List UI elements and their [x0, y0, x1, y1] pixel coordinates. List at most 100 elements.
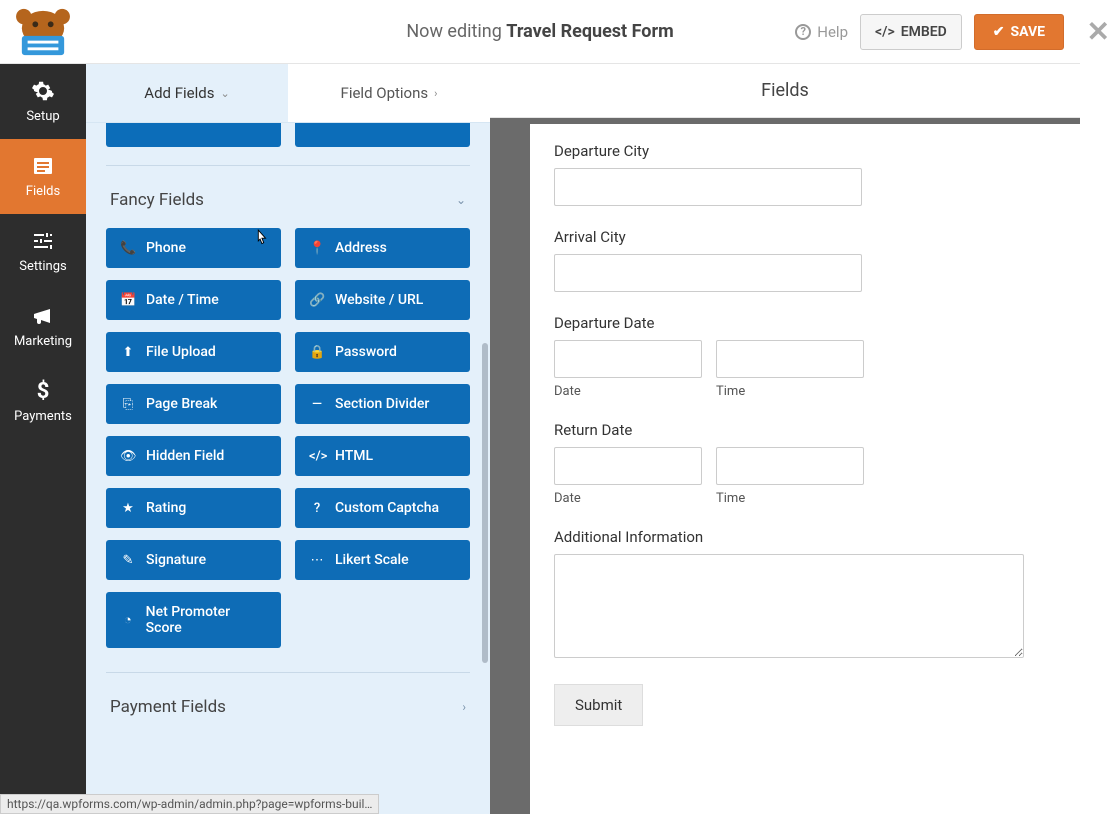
code-icon: </>	[309, 449, 325, 464]
calendar-icon: 📅	[120, 293, 136, 308]
sublabel-date: Date	[554, 491, 702, 506]
tab-field-options[interactable]: Field Options ›	[288, 64, 490, 122]
field-label: Phone	[146, 240, 186, 256]
field-datetime[interactable]: 📅 Date / Time	[106, 280, 281, 320]
eye-icon: 👁	[120, 449, 136, 464]
sidebar-item-fields[interactable]: Fields	[0, 139, 86, 214]
field-nps[interactable]: ◔ Net Promoter Score	[106, 592, 281, 648]
panel-scroll[interactable]: Fancy Fields ⌄ 📞Phone 📍 Address 📅 Date / T…	[86, 123, 490, 814]
input-return-time[interactable]	[716, 447, 864, 485]
field-label: Section Divider	[335, 396, 429, 412]
bullhorn-icon	[31, 304, 55, 328]
gauge-icon: ◔	[120, 612, 136, 628]
field-label: Rating	[146, 500, 186, 516]
sublabel-time: Time	[716, 491, 864, 506]
link-icon: 🔗	[309, 293, 325, 308]
input-return-date[interactable]	[554, 447, 702, 485]
field-page-break[interactable]: ⎘Page Break	[106, 384, 281, 424]
preview-area: Fields Departure City Arrival City Depar…	[490, 64, 1080, 814]
field-departure-city[interactable]: Departure City	[554, 142, 1056, 206]
pin-icon: 📍	[309, 241, 325, 256]
fields-panel: Add Fields ⌄ Field Options › Fancy Field…	[86, 64, 490, 814]
sublabel-time: Time	[716, 384, 864, 399]
field-label: Hidden Field	[146, 448, 224, 464]
help-link[interactable]: ? Help	[795, 23, 848, 41]
field-likert[interactable]: ⋯Likert Scale	[295, 540, 470, 580]
editing-title: Now editing Travel Request Form	[406, 21, 673, 42]
sidebar-item-marketing[interactable]: Marketing	[0, 289, 86, 364]
field-password[interactable]: 🔒Password	[295, 332, 470, 372]
input-arrival-city[interactable]	[554, 254, 862, 292]
embed-button[interactable]: </> EMBED	[860, 14, 962, 50]
label-departure-city: Departure City	[554, 142, 1056, 160]
field-label: Likert Scale	[335, 552, 409, 568]
group-payment-fields[interactable]: Payment Fields ›	[106, 672, 470, 735]
textarea-additional-info[interactable]	[554, 554, 1024, 658]
field-section-divider[interactable]: —Section Divider	[295, 384, 470, 424]
field-label: Address	[335, 240, 387, 256]
sidebar-item-label: Marketing	[14, 334, 72, 349]
form-title: Travel Request Form	[506, 21, 673, 42]
sidebar-item-settings[interactable]: Settings	[0, 214, 86, 289]
wpforms-logo	[0, 0, 86, 64]
pencil-icon: ✎	[120, 553, 136, 568]
field-departure-date[interactable]: Departure Date Date Time	[554, 314, 1056, 399]
field-phone[interactable]: 📞Phone	[106, 228, 281, 268]
field-additional-info[interactable]: Additional Information	[554, 528, 1056, 662]
input-departure-city[interactable]	[554, 168, 862, 206]
field-label: Net Promoter Score	[146, 604, 267, 636]
sidebar-item-label: Setup	[26, 109, 59, 124]
field-label: Date / Time	[146, 292, 219, 308]
group-fancy-fields[interactable]: Fancy Fields ⌄	[106, 165, 470, 228]
tab-add-fields[interactable]: Add Fields ⌄	[86, 64, 288, 122]
sidebar-item-payments[interactable]: $ Payments	[0, 364, 86, 439]
field-hidden[interactable]: 👁 Hidden Field	[106, 436, 281, 476]
field-file-upload[interactable]: ⬆File Upload	[106, 332, 281, 372]
help-label: Help	[817, 23, 848, 41]
field-signature[interactable]: ✎Signature	[106, 540, 281, 580]
field-arrival-city[interactable]: Arrival City	[554, 228, 1056, 292]
code-icon: </>	[875, 24, 895, 40]
star-icon: ★	[120, 501, 136, 516]
field-label: Page Break	[146, 396, 217, 412]
field-return-date[interactable]: Return Date Date Time	[554, 421, 1056, 506]
chevron-down-icon: ⌄	[220, 87, 229, 100]
label-return-date: Return Date	[554, 421, 1056, 439]
label-arrival-city: Arrival City	[554, 228, 1056, 246]
embed-label: EMBED	[901, 24, 947, 40]
form-icon	[31, 154, 55, 178]
field-address[interactable]: 📍 Address	[295, 228, 470, 268]
gear-icon	[31, 79, 55, 103]
submit-label: Submit	[575, 696, 622, 714]
sidebar-item-label: Payments	[14, 409, 72, 424]
sidebar-item-label: Fields	[26, 184, 60, 199]
tab-label: Add Fields	[144, 84, 214, 102]
scrollbar-thumb[interactable]	[482, 343, 488, 663]
field-url[interactable]: 🔗Website / URL	[295, 280, 470, 320]
help-icon: ?	[795, 24, 811, 40]
sidebar-item-setup[interactable]: Setup	[0, 64, 86, 139]
prev-row-stub	[106, 123, 470, 147]
status-bar: https://qa.wpforms.com/wp-admin/admin.ph…	[0, 794, 379, 814]
tab-label: Field Options	[341, 84, 429, 102]
input-departure-date[interactable]	[554, 340, 702, 378]
save-label: SAVE	[1011, 24, 1046, 40]
panel-tabs: Add Fields ⌄ Field Options ›	[86, 64, 490, 123]
submit-button[interactable]: Submit	[554, 684, 643, 726]
fancy-fields-grid: 📞Phone 📍 Address 📅 Date / Time 🔗Website / …	[106, 228, 470, 648]
sidebar-item-label: Settings	[19, 259, 66, 274]
scrollbar-track	[480, 123, 490, 814]
save-button[interactable]: ✔ SAVE	[974, 14, 1064, 50]
form-preview[interactable]: Departure City Arrival City Departure Da…	[530, 124, 1080, 814]
field-custom-captcha[interactable]: ?Custom Captcha	[295, 488, 470, 528]
field-rating[interactable]: ★ Rating	[106, 488, 281, 528]
upload-icon: ⬆	[120, 345, 136, 360]
field-html[interactable]: </>HTML	[295, 436, 470, 476]
preview-heading: Fields	[490, 64, 1080, 118]
left-sidebar: Setup Fields Settings Marketing $ Paymen…	[0, 64, 86, 814]
close-button[interactable]: ✕	[1087, 18, 1110, 46]
field-stub[interactable]	[106, 123, 281, 147]
field-stub[interactable]	[295, 123, 470, 147]
dollar-icon: $	[31, 379, 55, 403]
input-departure-time[interactable]	[716, 340, 864, 378]
